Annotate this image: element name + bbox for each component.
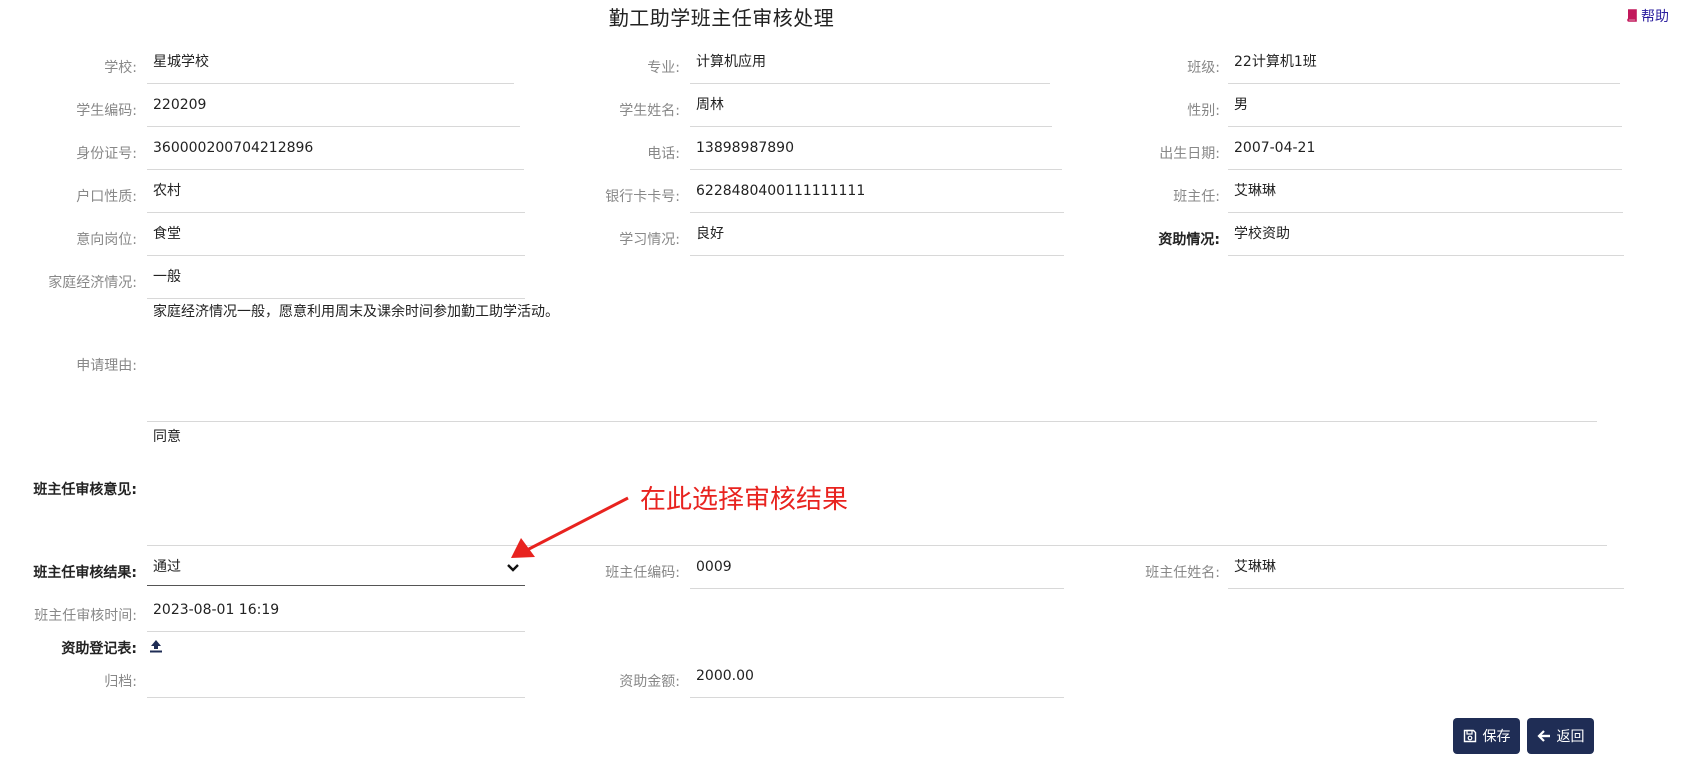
school-label: 学校: bbox=[104, 60, 137, 76]
chevron-down-icon bbox=[507, 564, 519, 572]
aid-amount-label: 资助金额: bbox=[619, 674, 680, 690]
phone-value: 13898987890 bbox=[690, 136, 1062, 170]
phone-label: 电话: bbox=[647, 146, 680, 162]
family-economy-value: 一般 bbox=[147, 265, 525, 299]
major-label: 专业: bbox=[647, 60, 680, 76]
reason-label: 申请理由: bbox=[76, 358, 137, 374]
help-link[interactable]: 帮助 bbox=[1626, 6, 1669, 26]
save-icon bbox=[1463, 729, 1476, 743]
back-button-label: 返回 bbox=[1556, 729, 1585, 745]
review-opinion-field[interactable]: 同意 bbox=[147, 427, 1607, 546]
teacher-code-label: 班主任编码: bbox=[605, 565, 680, 581]
gender-value: 男 bbox=[1228, 93, 1622, 127]
birth-date-value: 2007-04-21 bbox=[1228, 136, 1622, 170]
save-button[interactable]: 保存 bbox=[1453, 718, 1520, 754]
back-button[interactable]: 返回 bbox=[1527, 718, 1594, 754]
class-label: 班级: bbox=[1187, 60, 1220, 76]
annotation-text: 在此选择审核结果 bbox=[640, 485, 849, 515]
review-result-label: 班主任审核结果: bbox=[33, 565, 137, 581]
help-label: 帮助 bbox=[1641, 9, 1669, 25]
teacher-name-label: 班主任姓名: bbox=[1145, 565, 1220, 581]
family-economy-label: 家庭经济情况: bbox=[48, 275, 137, 291]
teacher-code-value: 0009 bbox=[690, 555, 1064, 589]
hukou-label: 户口性质: bbox=[76, 189, 137, 205]
gender-label: 性别: bbox=[1187, 103, 1220, 119]
teacher-name-value: 艾琳琳 bbox=[1228, 555, 1624, 589]
student-name-value: 周林 bbox=[690, 93, 1052, 127]
aid-status-label: 资助情况: bbox=[1158, 232, 1220, 248]
student-name-label: 学生姓名: bbox=[619, 103, 680, 119]
save-button-label: 保存 bbox=[1482, 729, 1511, 745]
bank-card-value: 6228480400111111111 bbox=[690, 179, 1064, 213]
intended-post-value: 食堂 bbox=[147, 222, 525, 256]
reason-field[interactable]: 家庭经济情况一般，愿意利用周末及课余时间参加勤工助学活动。 bbox=[147, 302, 1597, 422]
archive-value bbox=[147, 664, 525, 698]
aid-amount-value: 2000.00 bbox=[690, 664, 1064, 698]
id-card-label: 身份证号: bbox=[76, 146, 137, 162]
aid-status-value: 学校资助 bbox=[1228, 222, 1624, 256]
annotation-arrow bbox=[511, 496, 629, 558]
review-opinion-label: 班主任审核意见: bbox=[33, 482, 137, 498]
hukou-value: 农村 bbox=[147, 179, 525, 213]
study-status-value: 良好 bbox=[690, 222, 1064, 256]
id-card-value: 360000200704212896 bbox=[147, 136, 524, 170]
head-teacher-label: 班主任: bbox=[1173, 189, 1220, 205]
arrow-left-icon bbox=[1536, 730, 1550, 742]
review-time-label: 班主任审核时间: bbox=[34, 608, 137, 624]
upload-icon[interactable] bbox=[149, 639, 163, 653]
school-value: 星城学校 bbox=[147, 50, 514, 84]
bank-card-label: 银行卡卡号: bbox=[605, 189, 680, 205]
major-value: 计算机应用 bbox=[690, 50, 1050, 84]
study-status-label: 学习情况: bbox=[619, 232, 680, 248]
page-title: 勤工助学班主任审核处理 bbox=[608, 6, 835, 30]
head-teacher-value: 艾琳琳 bbox=[1228, 179, 1623, 213]
class-value: 22计算机1班 bbox=[1228, 50, 1620, 84]
student-id-label: 学生编码: bbox=[76, 103, 137, 119]
review-time-value: 2023-08-01 16:19 bbox=[147, 598, 525, 632]
review-result-select[interactable]: 通过 bbox=[147, 554, 525, 586]
birth-date-label: 出生日期: bbox=[1159, 146, 1220, 162]
aid-form-label: 资助登记表: bbox=[61, 641, 137, 657]
review-result-value: 通过 bbox=[153, 559, 181, 575]
archive-label: 归档: bbox=[104, 674, 137, 690]
intended-post-label: 意向岗位: bbox=[76, 232, 137, 248]
help-book-icon bbox=[1627, 9, 1637, 22]
student-id-value: 220209 bbox=[147, 93, 520, 127]
